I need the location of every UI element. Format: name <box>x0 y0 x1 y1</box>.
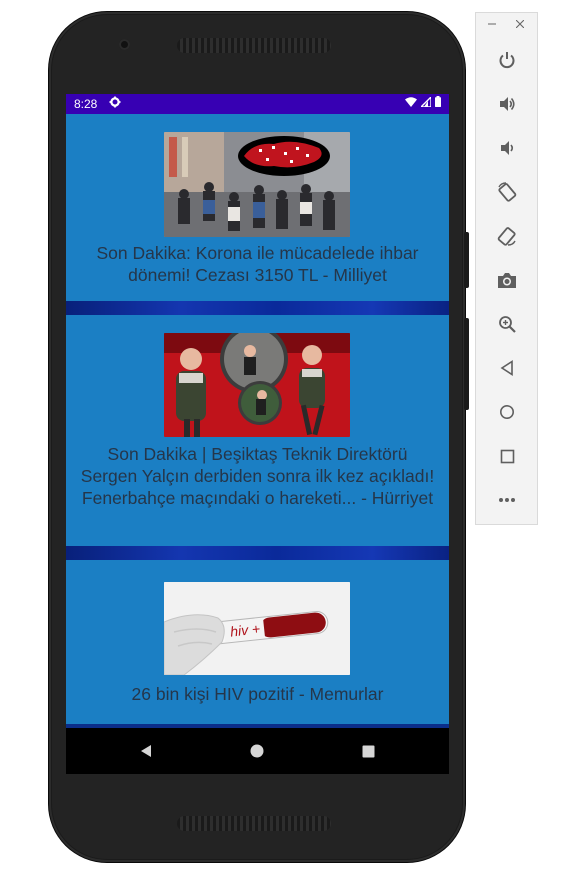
battery-icon <box>435 96 441 110</box>
signal-icon <box>419 95 432 110</box>
card-separator <box>66 301 449 315</box>
bottom-speaker <box>177 816 331 831</box>
android-nav-bar <box>66 728 449 774</box>
rotate-right-icon[interactable] <box>492 221 522 251</box>
front-camera <box>119 39 130 50</box>
news-image-hiv-tube: hiv + <box>164 582 350 675</box>
news-image-crowd <box>164 132 350 237</box>
volume-down-icon[interactable] <box>492 133 522 163</box>
news-card[interactable]: Son Dakika | Beşiktaş Teknik Direktörü S… <box>66 315 449 546</box>
nav-back-button[interactable] <box>116 728 176 774</box>
rotate-left-icon[interactable] <box>492 177 522 207</box>
side-button-power <box>464 232 469 288</box>
side-button-volume <box>464 318 469 410</box>
news-title: Son Dakika: Korona ile mücadelede ihbar … <box>96 243 419 285</box>
status-time: 8:28 <box>74 97 98 111</box>
overview-icon[interactable] <box>492 441 522 471</box>
power-icon[interactable] <box>492 45 522 75</box>
home-icon[interactable] <box>492 397 522 427</box>
news-title: Son Dakika | Beşiktaş Teknik Direktörü S… <box>80 444 435 508</box>
status-bar: 8:28 <box>66 94 449 114</box>
card-separator <box>66 546 449 560</box>
back-icon[interactable] <box>492 353 522 383</box>
settings-gear-icon <box>109 96 121 111</box>
nav-recents-button[interactable] <box>338 728 398 774</box>
news-card[interactable]: hiv + 26 bin kişi HIV pozitif - Memurlar <box>66 560 449 724</box>
zoom-icon[interactable] <box>492 309 522 339</box>
news-title: 26 bin kişi HIV pozitif - Memurlar <box>131 684 384 704</box>
nav-home-button[interactable] <box>227 728 287 774</box>
minimize-icon[interactable] <box>488 19 496 31</box>
close-icon[interactable] <box>515 19 525 31</box>
top-speaker <box>177 38 331 53</box>
news-card[interactable]: Son Dakika: Korona ile mücadelede ihbar … <box>66 114 449 301</box>
news-feed[interactable]: Son Dakika: Korona ile mücadelede ihbar … <box>66 114 449 728</box>
status-icons <box>405 95 441 110</box>
emulator-window-controls <box>476 19 537 35</box>
emulator-toolbar <box>475 12 538 525</box>
more-icon[interactable] <box>492 485 522 515</box>
news-image-coach <box>164 333 350 437</box>
tube-label: hiv + <box>229 621 260 640</box>
volume-up-icon[interactable] <box>492 89 522 119</box>
camera-icon[interactable] <box>492 265 522 295</box>
device-screen: 8:28 Son Dakika: Korona ile mücadelede i… <box>66 94 449 774</box>
wifi-icon <box>405 96 417 110</box>
